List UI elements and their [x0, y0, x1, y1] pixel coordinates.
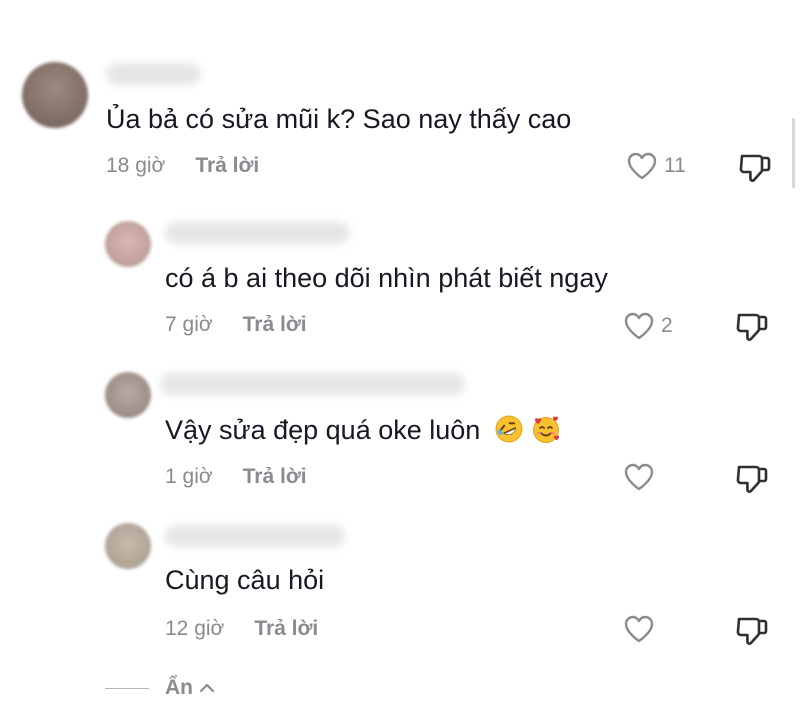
dislike-button[interactable]: [735, 461, 769, 500]
smiling-face-with-hearts-emoji: [533, 416, 560, 443]
avatar[interactable]: [105, 372, 151, 418]
heart-outline-icon: [624, 312, 654, 340]
comment-text-body: Vậy sửa đẹp quá oke luôn: [165, 415, 481, 445]
like-button[interactable]: [623, 462, 661, 492]
thumbs-down-icon: [736, 465, 768, 493]
thumbs-down-icon: [736, 313, 768, 341]
comment-text: có á b ai theo dõi nhìn phát biết ngay: [165, 263, 608, 293]
collapse-label: Ẩn: [165, 676, 193, 699]
thumbs-down-icon: [739, 154, 771, 182]
reply-button[interactable]: Trả lời: [195, 154, 259, 178]
thumbs-down-icon: [736, 617, 768, 645]
scrollbar[interactable]: [792, 118, 795, 188]
avatar[interactable]: [105, 523, 151, 569]
comment-text: Vậy sửa đẹp quá oke luôn: [165, 413, 561, 447]
like-button[interactable]: 11: [626, 151, 686, 181]
dislike-button[interactable]: [735, 309, 769, 348]
like-count: 2: [661, 314, 673, 337]
dislike-button[interactable]: [738, 150, 772, 189]
comment-time: 7 giờ: [165, 313, 213, 336]
chevron-up-icon: [199, 683, 215, 693]
comment-time: 18 giờ: [106, 154, 166, 177]
heart-outline-icon: [624, 615, 654, 643]
comment-time: 12 giờ: [165, 617, 225, 640]
avatar[interactable]: [105, 221, 151, 267]
comment-meta: 18 giờ Trả lời: [106, 154, 259, 178]
heart-outline-icon: [624, 463, 654, 491]
comment-text: Cùng câu hỏi: [165, 565, 325, 595]
heart-outline-icon: [627, 152, 657, 180]
comment-meta: 7 giờ Trả lời: [165, 313, 307, 337]
username-blurred[interactable]: [165, 525, 345, 547]
rolling-on-floor-laughing-emoji: [495, 415, 523, 443]
like-button[interactable]: [623, 614, 661, 644]
comment-text: Ủa bả có sửa mũi k? Sao nay thấy cao: [106, 104, 572, 134]
comment-meta: 1 giờ Trả lời: [165, 465, 307, 489]
username-blurred[interactable]: [165, 222, 350, 244]
collapse-replies-button[interactable]: Ẩn: [105, 676, 215, 700]
comment-time: 1 giờ: [165, 465, 213, 488]
reply-button[interactable]: Trả lời: [243, 465, 307, 489]
dislike-button[interactable]: [735, 613, 769, 652]
divider-line: [105, 687, 149, 689]
reply-button[interactable]: Trả lời: [254, 617, 318, 641]
username-blurred[interactable]: [160, 373, 465, 395]
comment-meta: 12 giờ Trả lời: [165, 617, 318, 641]
like-button[interactable]: 2: [623, 311, 673, 341]
username-blurred[interactable]: [106, 63, 201, 85]
reply-button[interactable]: Trả lời: [243, 313, 307, 337]
avatar[interactable]: [22, 62, 88, 128]
like-count: 11: [664, 154, 686, 177]
